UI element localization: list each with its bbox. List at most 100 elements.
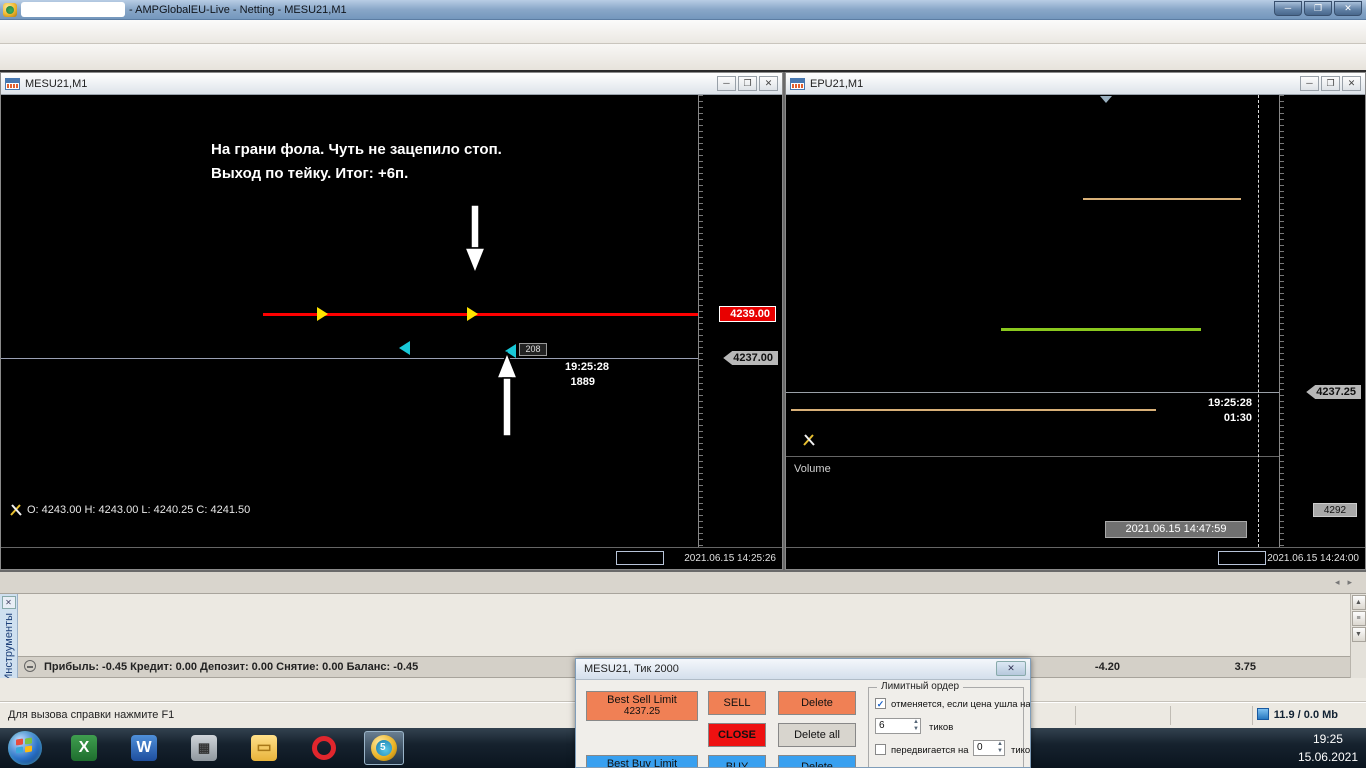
start-button[interactable] bbox=[8, 731, 42, 765]
sell-button[interactable]: SELL bbox=[708, 691, 766, 715]
chart-tools-icon[interactable] bbox=[9, 503, 23, 517]
buy-price-line[interactable] bbox=[263, 313, 698, 316]
chart-close-button[interactable]: ✕ bbox=[1342, 76, 1361, 91]
account-summary: Прибыль: -0.45 Кредит: 0.00 Депозит: 0.0… bbox=[44, 661, 419, 673]
explorer-icon[interactable]: ▭ bbox=[244, 731, 284, 765]
calculator-icon[interactable]: ▦ bbox=[184, 731, 224, 765]
sidebar-label[interactable]: Инструменты bbox=[3, 613, 15, 682]
annotation-arrow-up-icon bbox=[495, 351, 519, 437]
chart-restore-button[interactable]: ❐ bbox=[738, 76, 757, 91]
titlebar: - AMPGlobalEU-Live - Netting - MESU21,M1… bbox=[0, 0, 1366, 20]
price-axis bbox=[1279, 95, 1365, 547]
time-axis: 2021.06.15 14:24:00 bbox=[786, 547, 1365, 569]
chart-icon bbox=[5, 77, 20, 90]
dialog-title[interactable]: MESU21, Тик 2000 bbox=[576, 659, 1030, 680]
hidden-account-number bbox=[21, 2, 125, 17]
maximize-button[interactable]: ❐ bbox=[1304, 1, 1332, 16]
chart-title: MESU21,M1 bbox=[25, 77, 88, 90]
chart-datetime: 2021.06.15 14:24:00 bbox=[1267, 553, 1359, 564]
crosshair-vline bbox=[1258, 95, 1259, 547]
volume-pane-separator[interactable] bbox=[786, 456, 1279, 457]
annotation-text-line1: На грани фола. Чуть не зацепило стоп. bbox=[211, 141, 502, 158]
volume-count-marker: 1889 bbox=[570, 376, 595, 388]
scroll-up-icon[interactable]: ▲ bbox=[1351, 595, 1366, 610]
best-sell-limit-button[interactable]: Best Sell Limit 4237.25 bbox=[586, 691, 698, 721]
chart-close-button[interactable]: ✕ bbox=[759, 76, 778, 91]
minimize-button[interactable]: ─ bbox=[1274, 1, 1302, 16]
ticks-spinner[interactable]: 6 ▲ ▼ bbox=[875, 718, 921, 734]
cluster-toolbar bbox=[1, 95, 13, 119]
connection-icon bbox=[1256, 708, 1269, 720]
buy-button[interactable]: BUY bbox=[708, 755, 766, 767]
buy-arrow-icon bbox=[317, 307, 328, 321]
total-profit: 3.75 bbox=[1234, 661, 1256, 673]
sell-arrow-icon bbox=[399, 341, 410, 355]
annotation-text-line2: Выход по тейку. Итог: +6п. bbox=[211, 165, 409, 182]
time-marker: 19:25:28 bbox=[564, 361, 609, 373]
last-price-line bbox=[786, 392, 1279, 393]
volume-axis-value: 4292 bbox=[1313, 503, 1357, 517]
traffic-indicator: 11.9 / 0.0 Mb bbox=[1256, 703, 1338, 728]
sidebar-close-icon[interactable]: ✕ bbox=[1, 596, 16, 609]
move-label: передвигается на bbox=[891, 745, 969, 756]
table-scrollbar[interactable]: ▲ ≡ ▼ bbox=[1350, 594, 1366, 678]
volume-marker: 208 bbox=[519, 343, 547, 356]
app-logo-icon bbox=[3, 2, 17, 17]
metatrader-icon[interactable]: 5 bbox=[364, 731, 404, 765]
window-title: - AMPGlobalEU-Live - Netting - MESU21,M1 bbox=[129, 3, 347, 16]
excel-icon[interactable]: X bbox=[64, 731, 104, 765]
countdown-marker: 01:30 bbox=[1223, 412, 1252, 424]
last-price-label: 4237.25 bbox=[1306, 385, 1361, 399]
annotation-arrow-down-icon bbox=[463, 204, 487, 276]
best-buy-limit-button[interactable]: Best Buy Limit4237.00 bbox=[586, 755, 698, 767]
ticks-label: тиков bbox=[929, 722, 954, 733]
last-price-label: 4237.00 bbox=[723, 351, 778, 365]
delete-sell-button[interactable]: Delete bbox=[778, 691, 856, 715]
chart-tools-icon[interactable] bbox=[802, 433, 816, 447]
dialog-close-button[interactable]: ✕ bbox=[996, 661, 1026, 676]
tab-scroll-arrows[interactable]: ◂▸ bbox=[1335, 577, 1360, 588]
chart-restore-button[interactable]: ❐ bbox=[1321, 76, 1340, 91]
scale-marker-icon bbox=[1100, 96, 1112, 103]
candle-toolbar bbox=[786, 95, 798, 119]
resistance-line[interactable] bbox=[1083, 198, 1241, 200]
chart-datetime: 2021.06.15 14:25:26 bbox=[684, 553, 776, 564]
scroll-down-icon[interactable]: ▼ bbox=[1351, 627, 1366, 642]
collapse-icon[interactable] bbox=[24, 660, 36, 672]
group-label: Лимитный ордер bbox=[877, 681, 964, 692]
chart-workspace: MESU21,M1 ─ ❐ ✕ На грани фола. Чуть не з… bbox=[0, 72, 1366, 572]
timebar-box[interactable] bbox=[1218, 551, 1266, 565]
order-price-label: 4239.00 bbox=[719, 306, 776, 322]
green-level-line[interactable] bbox=[1001, 328, 1201, 331]
trade-panel-dialog: MESU21, Тик 2000 ✕ Best Sell Limit 4237.2… bbox=[575, 658, 1031, 768]
time-axis: 2021.06.15 14:25:26 bbox=[1, 547, 782, 569]
timebar-box[interactable] bbox=[616, 551, 664, 565]
menubar bbox=[0, 20, 1366, 44]
word-icon[interactable]: W bbox=[124, 731, 164, 765]
close-position-button[interactable]: CLOSE bbox=[708, 723, 766, 747]
move-ticks-spinner[interactable]: 0 ▲ ▼ bbox=[973, 740, 1005, 756]
total-commission: -4.20 bbox=[1094, 661, 1120, 673]
chart-tab-row: ◂▸ bbox=[0, 572, 1366, 594]
main-toolbar bbox=[0, 44, 1366, 72]
delete-buy-button[interactable]: Delete bbox=[778, 755, 856, 767]
move-checkbox[interactable] bbox=[875, 744, 886, 755]
cancel-if-checkbox[interactable]: ✓ bbox=[875, 698, 886, 709]
last-price-line bbox=[1, 358, 698, 359]
chart-window-mesu21: MESU21,M1 ─ ❐ ✕ На грани фола. Чуть не з… bbox=[0, 72, 783, 570]
chart-minimize-button[interactable]: ─ bbox=[1300, 76, 1319, 91]
status-text: Для вызова справки нажмите F1 bbox=[8, 709, 175, 721]
cancel-if-label: отменяется, если цена ушла на bbox=[891, 699, 1031, 710]
metatrader-window: - AMPGlobalEU-Live - Netting - MESU21,M1… bbox=[0, 0, 1366, 768]
time-marker: 19:25:28 bbox=[1207, 397, 1252, 409]
chart-window-epu21: EPU21,M1 ─ ❐ ✕ 19:25:28 01:30 Volume 423… bbox=[785, 72, 1366, 570]
support-line[interactable] bbox=[791, 409, 1156, 411]
opera-icon[interactable] bbox=[304, 731, 344, 765]
ohlc-readout: O: 4243.00 H: 4243.00 L: 4240.25 C: 4241… bbox=[27, 504, 251, 516]
delete-all-button[interactable]: Delete all bbox=[778, 723, 856, 747]
chart-minimize-button[interactable]: ─ bbox=[717, 76, 736, 91]
scroll-thumb[interactable]: ≡ bbox=[1351, 611, 1366, 626]
move-ticks-label: тиков bbox=[1011, 745, 1031, 756]
limit-order-group: Лимитный ордер ✓ отменяется, если цена у… bbox=[868, 681, 1030, 767]
close-button[interactable]: ✕ bbox=[1334, 1, 1362, 16]
